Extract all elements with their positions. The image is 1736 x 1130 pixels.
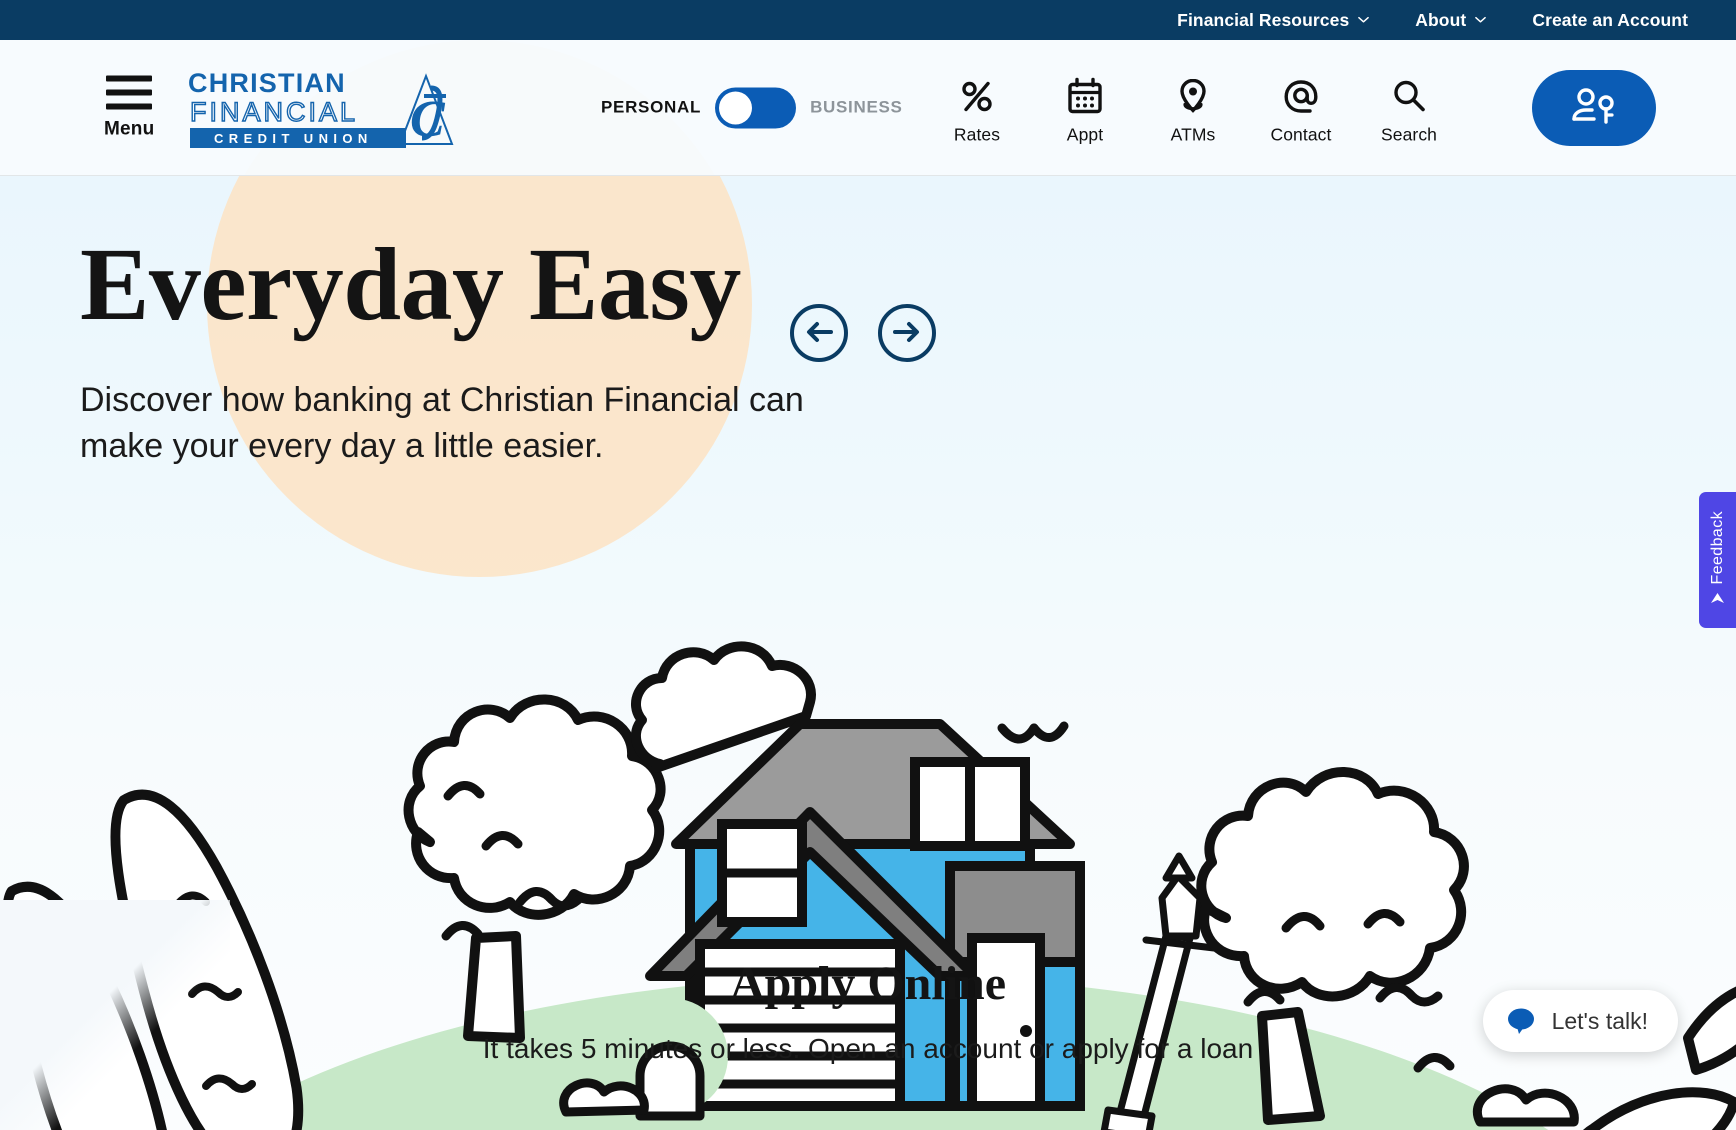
top-link-about[interactable]: About [1415,9,1487,31]
utility-links: Financial Resources About Create an Acco… [1177,10,1736,31]
svg-text:CHRISTIAN: CHRISTIAN [188,68,346,98]
promo-subtitle: It takes 5 minutes or less. Open an acco… [482,1033,1254,1064]
chevron-down-icon [1475,14,1487,25]
page-root: Financial Resources About Create an Acco… [0,0,1736,1130]
nav-item-appt[interactable]: Appt [1048,70,1122,145]
top-link-label: Financial Resources [1177,9,1350,30]
chevron-down-icon [1358,14,1370,25]
location-pin-icon [1173,70,1213,122]
nav-item-label: ATMs [1170,124,1216,144]
nav-item-atms[interactable]: ATMs [1156,70,1230,145]
promo-title: Apply Online [729,957,1007,1010]
svg-text:CREDIT UNION: CREDIT UNION [214,131,373,146]
carousel-prev-button[interactable] [790,304,848,362]
feedback-tab-label: Feedback [1708,510,1726,585]
hamburger-icon [106,75,153,109]
feedback-tab[interactable]: Feedback [1699,492,1736,628]
hero-subtitle: Discover how banking at Christian Financ… [80,381,804,465]
promo-block: Apply Online It takes 5 minutes or less.… [0,956,1736,1065]
hero-section: Everyday Easy Discover how banking at Ch… [0,176,1736,1130]
toggle-label-business[interactable]: BUSINESS [810,98,903,118]
utility-top-bar: Financial Resources About Create an Acco… [0,0,1736,40]
nav-item-label: Appt [1066,124,1104,144]
at-sign-icon [1281,70,1321,122]
site-header: Menu CHRISTIAN FINANCIAL CREDIT UNION C … [0,40,1736,176]
chat-widget-label: Let's talk! [1551,1007,1648,1034]
chat-widget[interactable]: Let's talk! [1482,990,1678,1052]
chat-bubble-icon [1507,1006,1537,1036]
search-icon [1389,70,1429,122]
header-icon-nav: Rates Appt ATMs Contact Search [940,70,1446,145]
percent-icon [957,70,997,122]
switch-knob [719,91,753,124]
audience-toggle[interactable]: PERSONAL BUSINESS [601,87,903,128]
nav-item-label: Rates [953,124,1001,144]
arrow-left-icon [804,319,834,348]
nav-item-search[interactable]: Search [1372,70,1446,145]
top-link-label: Create an Account [1532,9,1688,30]
menu-button-label: Menu [104,118,155,139]
top-link-create-account[interactable]: Create an Account [1532,10,1688,31]
nav-item-label: Contact [1270,124,1332,144]
hero-carousel-nav [790,304,936,362]
carousel-next-button[interactable] [878,304,936,362]
audience-switch[interactable] [715,87,797,128]
arrow-right-icon [892,319,922,348]
user-key-icon [1570,84,1618,131]
top-link-financial-resources[interactable]: Financial Resources [1177,9,1370,31]
site-logo[interactable]: CHRISTIAN FINANCIAL CREDIT UNION C [188,66,460,150]
calendar-icon [1065,70,1105,122]
login-button[interactable] [1532,69,1656,146]
top-link-label: About [1415,9,1467,30]
nav-item-contact[interactable]: Contact [1264,70,1338,145]
hero-title: Everyday Easy [80,227,741,342]
menu-button[interactable]: Menu [104,75,154,140]
triangle-up-icon [1710,591,1725,609]
toggle-label-personal[interactable]: PERSONAL [601,98,701,118]
corner-fade-overlay [0,900,230,1130]
svg-text:FINANCIAL: FINANCIAL [190,97,358,127]
nav-item-label: Search [1380,124,1438,144]
nav-item-rates[interactable]: Rates [940,70,1014,145]
hero-copy: Everyday Easy Discover how banking at Ch… [80,227,840,470]
